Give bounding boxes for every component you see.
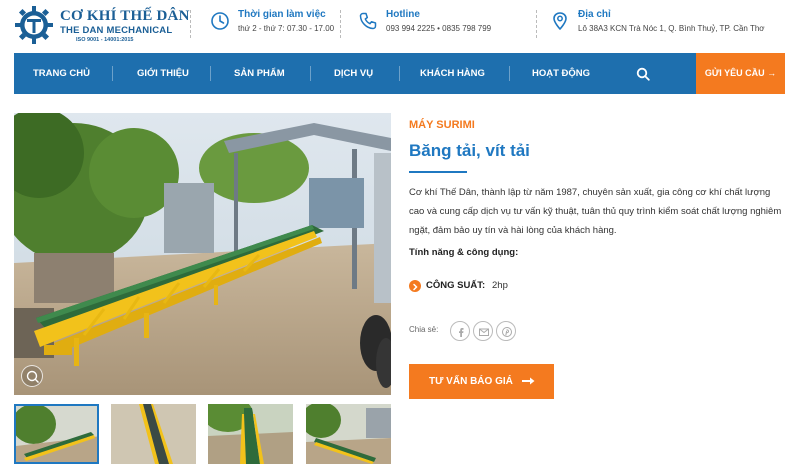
product-main-image[interactable]: [14, 113, 391, 395]
gallery-thumbnail[interactable]: [111, 404, 196, 464]
nav-divider: [509, 66, 510, 81]
conveyor-photo: [14, 113, 391, 395]
nav-item-customers[interactable]: KHÁCH HÀNG: [420, 53, 485, 94]
working-hours-detail: thứ 2 - thứ 7: 07.30 - 17.00: [238, 24, 335, 33]
header-divider: [190, 10, 191, 38]
email-share-button[interactable]: [473, 321, 493, 341]
address-detail: Lô 38A3 KCN Trà Nóc 1, Q. Bình Thuỷ, TP.…: [578, 24, 765, 33]
thumbnail-image: [208, 404, 293, 464]
location-pin-icon: [553, 12, 567, 31]
main-nav: TRANG CHỦ GIỚI THIỆU SẢN PHẨM DỊCH VỤ KH…: [14, 53, 785, 94]
pinterest-share-button[interactable]: [496, 321, 516, 341]
gear-logo-icon: [15, 6, 53, 44]
pinterest-icon: [502, 327, 512, 337]
gallery-thumbnail[interactable]: [14, 404, 99, 464]
brand-subtitle: THE DAN MECHANICAL: [60, 25, 173, 36]
nav-item-services[interactable]: DỊCH VỤ: [334, 53, 373, 94]
product-description: Cơ khí Thế Dân, thành lập từ năm 1987, c…: [409, 187, 782, 236]
site-header: CƠ KHÍ THẾ DÂN THE DAN MECHANICAL ISO 90…: [0, 0, 800, 52]
features-heading: Tính năng & công dụng:: [409, 247, 519, 258]
spec-label: CÔNG SUẤT:: [426, 280, 486, 291]
zoom-icon[interactable]: [21, 365, 43, 387]
request-quote-button[interactable]: TƯ VẤN BÁO GIÁ: [409, 364, 554, 399]
header-divider: [536, 10, 537, 38]
nav-item-activities[interactable]: HOẠT ĐỘNG: [532, 53, 590, 94]
nav-item-products[interactable]: SẢN PHẨM: [234, 53, 285, 94]
facebook-share-button[interactable]: [450, 321, 470, 341]
arrow-right-icon: [522, 377, 535, 385]
nav-item-about[interactable]: GIỚI THIỆU: [137, 53, 189, 94]
thumbnail-image: [16, 406, 97, 462]
arrow-right-icon: →: [764, 68, 777, 78]
brand-iso: ISO 9001 - 14001:2015: [76, 37, 134, 43]
address-title: Địa chỉ: [578, 9, 611, 20]
nav-item-home[interactable]: TRANG CHỦ: [33, 53, 90, 94]
nav-divider: [310, 66, 311, 81]
nav-divider: [112, 66, 113, 81]
nav-divider: [210, 66, 211, 81]
spec-value: 2hp: [492, 280, 508, 291]
send-request-label: GỬI YÊU CẦU: [704, 68, 765, 78]
product-category[interactable]: MÁY SURIMI: [409, 119, 475, 131]
brand-logo[interactable]: CƠ KHÍ THẾ DÂN THE DAN MECHANICAL ISO 90…: [14, 5, 189, 47]
search-icon[interactable]: [636, 67, 650, 81]
brand-name: CƠ KHÍ THẾ DÂN: [60, 8, 190, 24]
facebook-icon: [459, 328, 464, 337]
product-title: Băng tải, vít tải: [409, 141, 530, 160]
send-request-button[interactable]: GỬI YÊU CẦU →: [696, 53, 785, 94]
working-hours-title: Thời gian làm việc: [238, 9, 326, 20]
request-quote-label: TƯ VẤN BÁO GIÁ: [429, 376, 513, 387]
gallery-thumbnail[interactable]: [306, 404, 391, 464]
thumbnail-image: [111, 404, 196, 464]
clock-icon: [211, 12, 229, 30]
share-label: Chia sẻ:: [409, 325, 439, 334]
title-underline: [409, 171, 467, 173]
header-divider: [340, 10, 341, 38]
phone-icon: [359, 12, 377, 30]
hotline-numbers[interactable]: 093 994 2225 • 0835 798 799: [386, 24, 491, 33]
thumbnail-image: [306, 404, 391, 464]
email-icon: [479, 328, 489, 336]
hotline-title: Hotline: [386, 9, 420, 20]
chevron-right-icon: [409, 280, 421, 292]
nav-divider: [399, 66, 400, 81]
gallery-thumbnail[interactable]: [208, 404, 293, 464]
